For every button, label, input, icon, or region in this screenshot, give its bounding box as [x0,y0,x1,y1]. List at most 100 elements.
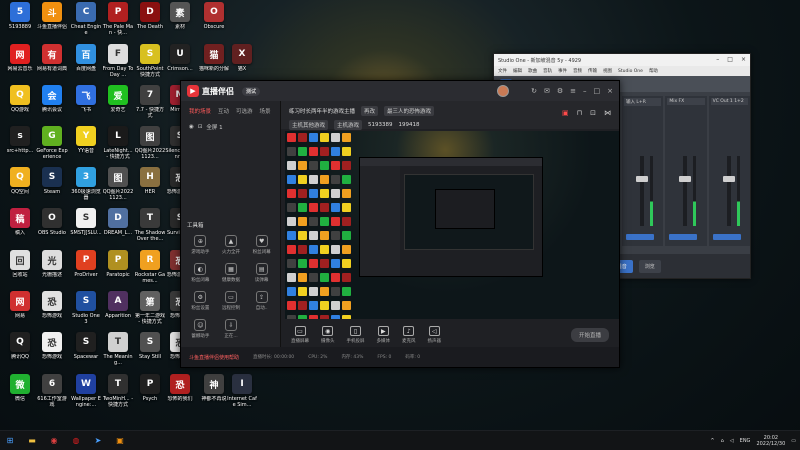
desktop-icon[interactable]: 6 616工作室游戏 [36,374,68,416]
menu-icon[interactable]: ≡ [570,87,576,95]
desktop-icon[interactable]: W Wallpaper Engine:... [70,374,102,416]
desktop-icon[interactable]: 恐恐怖游戏 [36,291,68,333]
toolbox-item[interactable]: ▭ 远程控制 [216,291,247,311]
douyu-icon[interactable]: ▣ [114,435,126,447]
desktop-icon[interactable]: D DREAM_L... [102,208,134,250]
tab-my-scene[interactable]: 我的场景 [189,107,211,115]
minimize-icon[interactable]: – [583,87,587,95]
toolbox-item[interactable]: ⇩ 正在... [216,319,247,339]
desktop-icon[interactable]: S Steam [36,167,68,209]
desktop-icon[interactable]: 素素材 [164,2,196,44]
desktop-icon[interactable]: 微微信 [4,374,36,416]
menu-item[interactable]: 音轨 [543,68,552,74]
volume-icon[interactable]: ◁ [730,438,734,444]
lock-icon[interactable]: ⊡ [198,124,203,130]
fader-knob[interactable] [722,176,735,182]
toolbox-item[interactable]: ▲ 火力全开 [216,235,247,255]
settings-icon[interactable]: ⚙ [557,87,563,95]
toolbox-item[interactable]: ◐ 粉丝闭幕 [185,263,216,283]
desktop-icon[interactable]: P The Pale Man - 快... [102,2,134,44]
desktop-icon[interactable]: 稿稿入 [4,208,36,250]
desktop-icon[interactable]: L LateNight... - 快捷方式 [102,126,134,168]
source-control[interactable]: ▶ 多媒体 [377,326,390,344]
desktop-icon[interactable]: O OBS Studio [36,208,68,250]
desktop-icon[interactable]: 恐恐怖游戏 [36,332,68,374]
gift-icon[interactable]: ▣ [562,109,569,117]
toolbox-item[interactable]: ▦ 健康数据 [216,263,247,283]
file-explorer-icon[interactable]: ▬ [26,435,38,447]
toolbox-item[interactable]: ♥ 粉丝闭幕 [246,235,277,255]
desktop-icon[interactable]: C Cheat Engine [70,2,102,44]
desktop-icon[interactable]: P ProDriver [70,250,102,292]
browse-view-button[interactable]: 浏览 [638,259,661,273]
desktop-icon[interactable]: T The Shadow Over the... [134,208,166,250]
clock[interactable]: 20:02 2022/12/30 [756,435,785,447]
windows-start-icon[interactable]: ⊞ [4,435,16,447]
mail-icon[interactable]: ✉ [544,87,550,95]
menu-item[interactable]: 编辑 [513,68,522,74]
desktop-icon[interactable]: 百百度网盘 [70,44,102,86]
streaming-app-window[interactable]: ▶ 直播伴侣 测试 ↻ ✉ ⚙ ≡ – □ × 我的场景 互动 可选游 场景 ◉… [180,80,620,368]
desktop-icon[interactable]: A Apparition [102,291,134,333]
desktop-icon[interactable]: 图 QQ图片20221123... [134,126,166,168]
stream-preview[interactable] [285,131,619,319]
chevron-up-icon[interactable]: ^ [710,438,714,444]
desktop-icon[interactable]: 5 5193889 [4,2,36,44]
lock-icon[interactable]: ⊡ [590,109,596,117]
share-icon[interactable]: ⋈ [604,109,611,117]
desktop-icon[interactable]: R Rockstar Games... [134,250,166,292]
minimize-icon[interactable]: – [716,56,719,63]
desktop-icon[interactable]: 爱爱奇艺 [102,85,134,127]
source-control[interactable]: ▭ 直播屏幕 [291,326,309,344]
eye-icon[interactable]: ◉ [189,124,194,130]
desktop-icon[interactable]: 会腾讯会议 [36,85,68,127]
network-icon[interactable]: ⌂ [721,438,724,444]
desktop-icon[interactable]: S Spacewar [70,332,102,374]
room-title[interactable]: 练习时长两年半的游戏主播 [289,107,355,115]
desktop-icon[interactable]: D The Death [134,2,166,44]
room-chip[interactable]: 再改 [361,106,379,116]
feishu-icon[interactable]: ➤ [92,435,104,447]
volume-fader[interactable] [683,156,688,226]
avatar[interactable] [497,85,509,97]
maximize-icon[interactable]: □ [727,56,733,63]
tab-games[interactable]: 可选游 [236,107,253,115]
room-chip[interactable]: 最三人的恐怖游戏 [384,106,435,116]
volume-fader[interactable] [726,156,731,226]
bag-icon[interactable]: ⊓ [577,109,582,117]
mixer-channel-strip[interactable]: 输入 L+R [622,96,664,246]
language-indicator[interactable]: ENG [740,438,751,444]
desktop-icon[interactable]: Q 腾讯QQ [4,332,36,374]
volume-fader[interactable] [640,156,644,226]
desktop-icon[interactable]: 斗斗鱼直播伴侣 [36,2,68,44]
desktop-icon[interactable]: Q QQ游戏 [4,85,36,127]
menu-item[interactable]: 文件 [498,68,507,74]
tab-scenes[interactable]: 场景 [260,107,271,115]
source-control[interactable]: ◁ 扬声器 [428,326,441,344]
menu-item[interactable]: 传输 [588,68,597,74]
category-chip[interactable]: 主机游戏 [334,120,363,130]
desktop-icon[interactable]: P Paratopic [102,250,134,292]
fader-knob[interactable] [679,176,692,182]
tab-interact[interactable]: 互动 [218,107,229,115]
toolbox-item[interactable]: ⊕ 游戏助手 [185,235,216,255]
desktop-icon[interactable]: T The Meaning... [102,332,134,374]
maximize-icon[interactable]: □ [594,87,601,95]
chrome-icon[interactable]: ◉ [48,435,60,447]
menu-item[interactable]: Studio One [618,69,643,74]
desktop-icon[interactable]: S Studio One 3 [70,291,102,333]
menu-item[interactable]: 视图 [603,68,612,74]
netease-icon[interactable]: ◍ [70,435,82,447]
refresh-icon[interactable]: ↻ [531,87,537,95]
toolbox-item[interactable]: ⚙ 粉丝设置 [185,291,216,311]
toolbox-item[interactable]: ☺ 蕾娜助手 [185,319,216,339]
menu-item[interactable]: 音频 [573,68,582,74]
desktop-icon[interactable]: F From Day To Day ... [102,44,134,86]
help-link[interactable]: 斗鱼直播伴侣使用帮助 [189,354,239,361]
desktop-icon[interactable]: Q QQ空间 [4,167,36,209]
go-live-button[interactable]: 开始直播 [570,328,609,342]
menu-item[interactable]: 事件 [558,68,567,74]
desktop-icon[interactable]: s src+http... [4,126,36,168]
desktop-icon[interactable]: Y YY语音 [70,126,102,168]
scene-item[interactable]: ◉ ⊡ 全屏 1 [181,121,280,133]
